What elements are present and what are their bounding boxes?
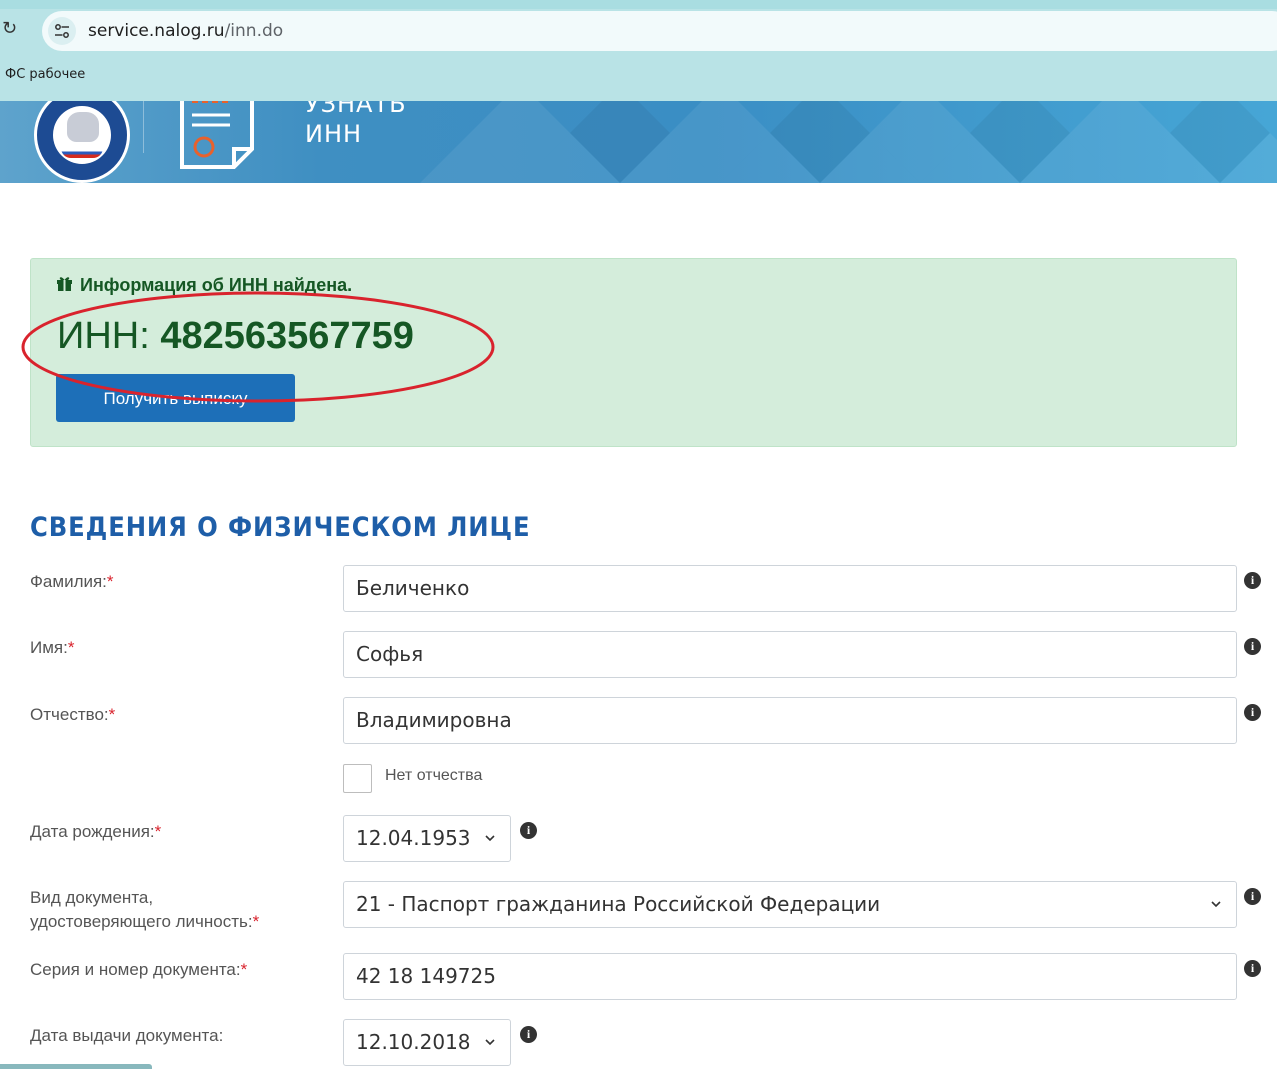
required-mark: *: [240, 960, 248, 979]
surname-label: Фамилия:*: [30, 570, 114, 594]
taskbar-edge: [0, 1064, 152, 1069]
flag-icon: [61, 148, 103, 158]
name-label-text: Имя:: [30, 638, 68, 657]
info-icon[interactable]: i: [520, 1026, 537, 1043]
inn-result-panel: Информация об ИНН найдена. ИНН: 48256356…: [30, 258, 1237, 447]
service-title-line1: УЗНАТЬ: [305, 101, 407, 118]
required-mark: *: [108, 705, 116, 724]
chevron-down-icon: [484, 1020, 496, 1084]
chevron-down-icon: [1210, 882, 1222, 946]
required-mark: *: [154, 822, 162, 841]
result-heading-text: Информация об ИНН найдена.: [80, 275, 353, 295]
doc-number-label-text: Серия и номер документа:: [30, 960, 241, 979]
doc-type-value: 21 - Паспорт гражданина Российской Федер…: [356, 892, 881, 916]
reload-icon[interactable]: ↻: [2, 18, 22, 40]
inn-label: ИНН:: [57, 315, 150, 357]
info-icon[interactable]: i: [520, 822, 537, 839]
address-bar[interactable]: service.nalog.ru/inn.do: [42, 11, 1277, 51]
service-title: УЗНАТЬ ИНН: [305, 101, 407, 149]
url-path: /inn.do: [224, 21, 284, 41]
doc-number-input[interactable]: 42 18 149725: [343, 953, 1237, 1000]
info-icon[interactable]: i: [1244, 960, 1261, 977]
required-mark: *: [252, 912, 260, 931]
required-mark: *: [106, 572, 114, 591]
doc-type-label-line1: Вид документа,: [30, 888, 154, 907]
inn-value: 482563567759: [160, 315, 414, 357]
document-icon: [180, 101, 254, 169]
site-header: УЗНАТЬ ИНН: [0, 101, 1277, 183]
birth-date-value: 12.04.1953: [356, 826, 471, 850]
site-info-icon[interactable]: [48, 17, 76, 45]
no-patronymic-label[interactable]: Нет отчества: [385, 767, 482, 785]
url-text[interactable]: service.nalog.ru/inn.do: [88, 21, 283, 41]
issue-date-label-text: Дата выдачи документа:: [30, 1026, 224, 1045]
url-host: service.nalog.ru: [88, 21, 225, 41]
no-patronymic-checkbox[interactable]: [343, 764, 372, 793]
chevron-down-icon: [484, 816, 496, 880]
name-input[interactable]: Софья: [343, 631, 1237, 678]
section-title: СВЕДЕНИЯ О ФИЗИЧЕСКОМ ЛИЦЕ: [30, 512, 531, 543]
surname-label-text: Фамилия:: [30, 572, 107, 591]
surname-input[interactable]: Беличенко: [343, 565, 1237, 612]
patronymic-label: Отчество:*: [30, 703, 115, 727]
doc-number-label: Серия и номер документа:*: [30, 958, 247, 982]
inn-display: ИНН: 482563567759: [57, 315, 414, 358]
doc-type-label-line2: удостоверяющего личность:: [30, 912, 253, 931]
info-icon[interactable]: i: [1244, 704, 1261, 721]
patronymic-label-text: Отчество:: [30, 705, 109, 724]
service-title-line2: ИНН: [305, 120, 363, 148]
tab-strip-edge: [0, 0, 1277, 9]
info-icon[interactable]: i: [1244, 638, 1261, 655]
browser-chrome: ↻ service.nalog.ru/inn.do ФС рабочее: [0, 0, 1277, 101]
doc-type-label: Вид документа, удостоверяющего личность:…: [30, 886, 259, 934]
info-icon[interactable]: i: [1244, 572, 1261, 589]
get-extract-button[interactable]: Получить выписку: [56, 374, 295, 422]
birth-date-select[interactable]: 12.04.1953: [343, 815, 511, 862]
info-icon[interactable]: i: [1244, 888, 1261, 905]
patronymic-input[interactable]: Владимировна: [343, 697, 1237, 744]
gift-icon: [56, 275, 76, 296]
result-heading: Информация об ИНН найдена.: [56, 275, 352, 296]
eagle-icon: [67, 112, 99, 142]
bookmark-item[interactable]: ФС рабочее: [5, 67, 85, 82]
header-divider: [143, 101, 144, 153]
issue-date-label: Дата выдачи документа:: [30, 1024, 223, 1048]
name-label: Имя:*: [30, 636, 74, 660]
issue-date-select[interactable]: 12.10.2018: [343, 1019, 511, 1066]
birth-date-label: Дата рождения:*: [30, 820, 161, 844]
issue-date-value: 12.10.2018: [356, 1030, 471, 1054]
doc-type-select[interactable]: 21 - Паспорт гражданина Российской Федер…: [343, 881, 1237, 928]
birth-date-label-text: Дата рождения:: [30, 822, 155, 841]
required-mark: *: [67, 638, 75, 657]
